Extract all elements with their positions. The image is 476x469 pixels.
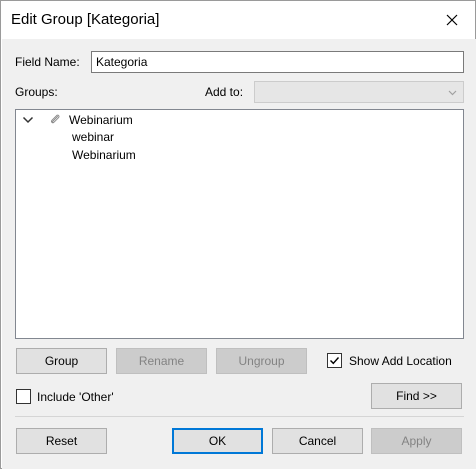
close-icon: [446, 14, 458, 26]
close-button[interactable]: [429, 1, 475, 39]
checkmark-icon: [330, 357, 340, 365]
find-button[interactable]: Find >>: [371, 383, 462, 409]
ungroup-button[interactable]: Ungroup: [216, 348, 307, 374]
dialog-body: Field Name: Kategoria Groups: Add to: We…: [2, 39, 476, 469]
tree-group-row[interactable]: Webinarium: [16, 111, 463, 129]
show-add-location-label: Show Add Location: [349, 354, 452, 368]
add-to-select[interactable]: [254, 81, 464, 103]
groups-tree[interactable]: Webinarium webinar Webinarium: [15, 109, 464, 339]
separator: [15, 416, 464, 417]
paperclip-icon: [50, 114, 60, 124]
rename-button[interactable]: Rename: [116, 348, 207, 374]
reset-button[interactable]: Reset: [16, 428, 107, 454]
field-name-label: Field Name:: [15, 55, 80, 69]
chevron-down-icon[interactable]: [22, 115, 34, 125]
title-bar: Edit Group [Kategoria]: [1, 1, 475, 39]
tree-member-item[interactable]: webinar: [72, 130, 114, 144]
show-add-location-checkbox[interactable]: [327, 353, 342, 368]
field-name-input[interactable]: Kategoria: [91, 51, 464, 73]
ok-button[interactable]: OK: [172, 428, 263, 454]
cancel-button[interactable]: Cancel: [272, 428, 363, 454]
include-other-checkbox[interactable]: [16, 389, 31, 404]
group-button[interactable]: Group: [16, 348, 107, 374]
tree-group-label: Webinarium: [69, 113, 133, 127]
include-other-label: Include 'Other': [37, 390, 114, 404]
groups-label: Groups:: [15, 85, 58, 99]
tree-member-item[interactable]: Webinarium: [72, 148, 136, 162]
window-title: Edit Group [Kategoria]: [11, 11, 160, 28]
edit-group-dialog: Edit Group [Kategoria] Field Name: Kateg…: [0, 0, 476, 469]
add-to-label: Add to:: [205, 85, 244, 99]
apply-button[interactable]: Apply: [371, 428, 462, 454]
chevron-down-icon: [448, 90, 457, 96]
